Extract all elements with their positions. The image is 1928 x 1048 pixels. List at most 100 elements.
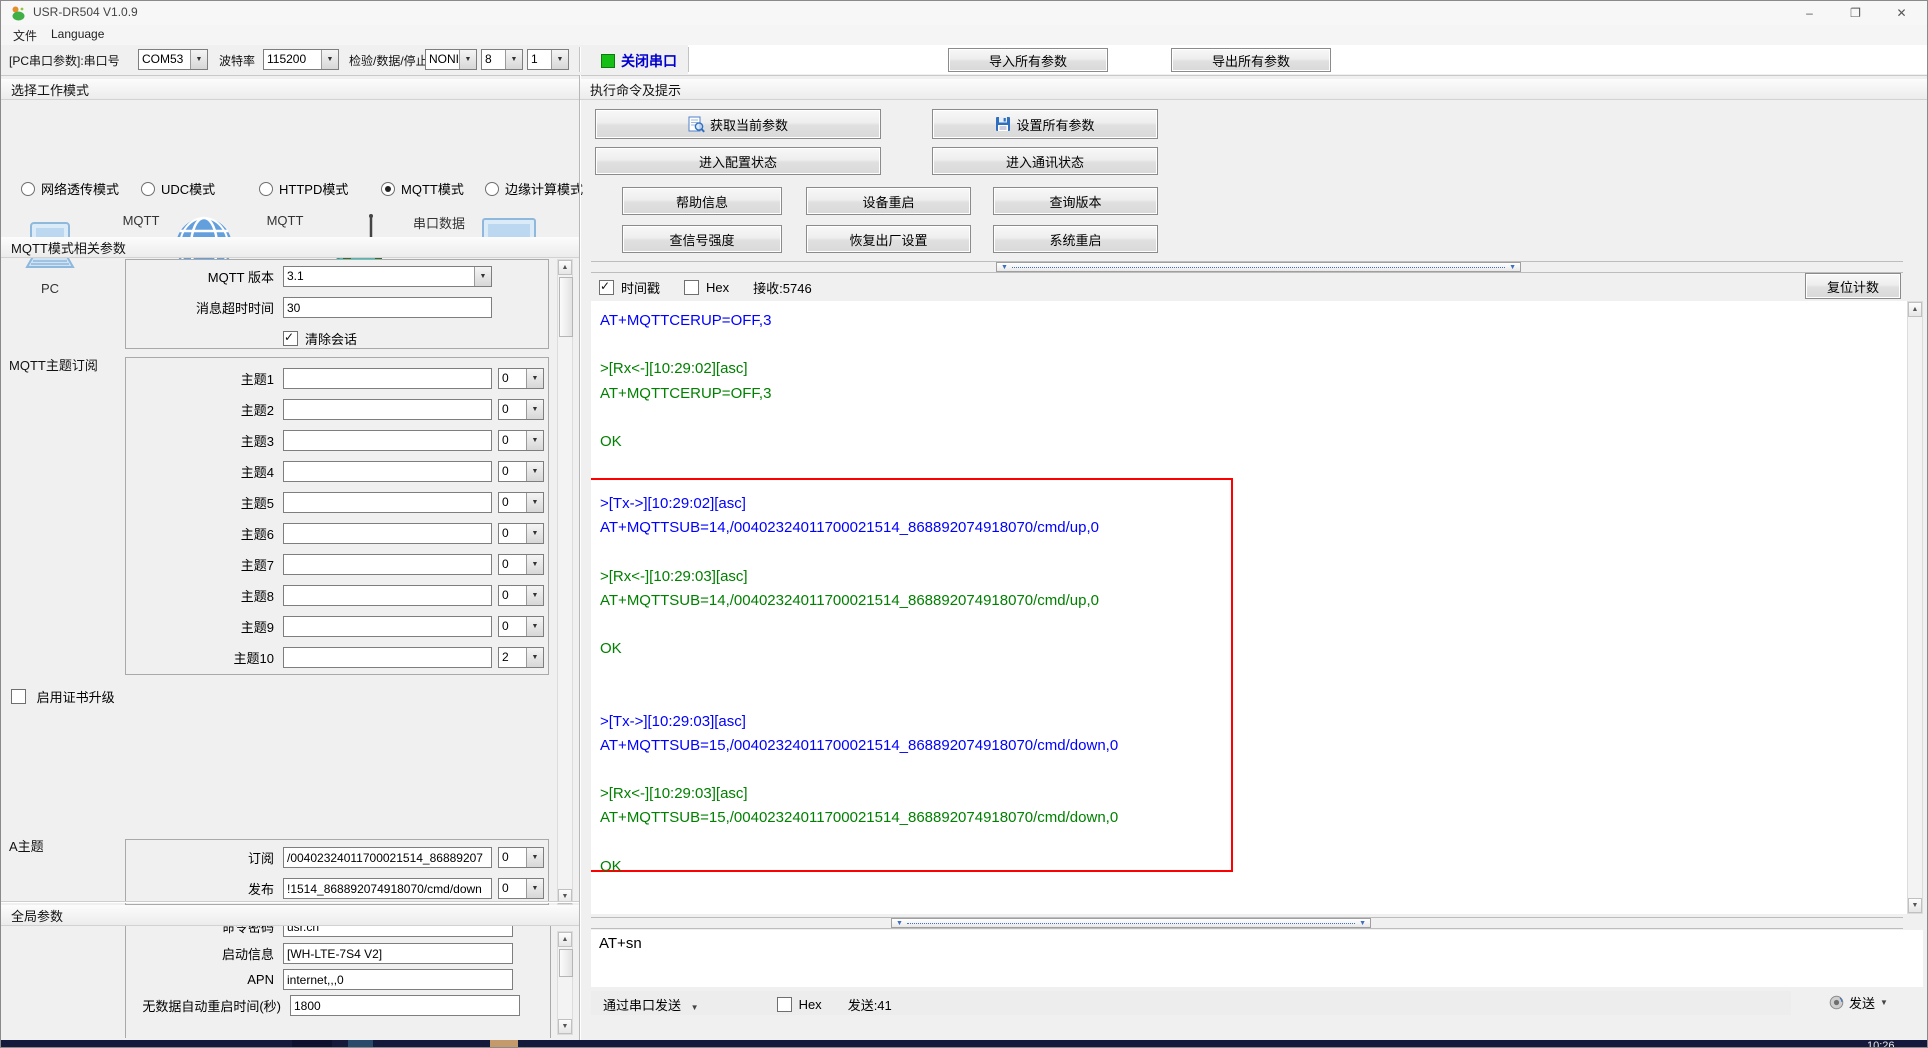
topic-qos-select[interactable]: 0▼ (498, 399, 544, 420)
topic-input[interactable] (283, 647, 492, 668)
chevron-down-icon[interactable]: ▼ (474, 267, 491, 286)
topic-input[interactable] (283, 616, 492, 637)
topic-qos-select[interactable]: 2▼ (498, 647, 544, 668)
scrollbar-thumb[interactable]: ▼ ▼ (891, 918, 1371, 928)
mqtt-version-select[interactable]: 3.1 ▼ (283, 266, 492, 287)
query-signal-button[interactable]: 查信号强度 (622, 225, 782, 253)
work-mode-option[interactable]: 网络透传模式 (21, 179, 119, 198)
mqtt-params-scrollbar[interactable]: ▲ ▼ (557, 259, 573, 905)
log-area[interactable]: AT+MQTTCERUP=OFF,3>[Rx<-][10:29:02][asc]… (591, 301, 1907, 914)
publish-topic-input[interactable] (283, 878, 492, 899)
chevron-down-icon[interactable]: ▼ (526, 493, 543, 512)
minimize-button[interactable]: – (1787, 1, 1832, 25)
chevron-down-icon[interactable]: ▼ (526, 462, 543, 481)
close-port-button[interactable]: 关闭串口 (621, 51, 677, 71)
subscribe-topic-input[interactable] (283, 847, 492, 868)
topic-qos-select[interactable]: 0▼ (498, 554, 544, 575)
system-restart-button[interactable]: 系统重启 (993, 225, 1158, 253)
chevron-down-icon[interactable]: ▼ (551, 50, 568, 69)
chevron-down-icon[interactable]: ▼ (190, 50, 207, 69)
send-button[interactable]: 发送 ▼ (1829, 993, 1888, 1012)
work-mode-option[interactable]: 边缘计算模式 (485, 179, 583, 198)
export-params-button[interactable]: 导出所有参数 (1171, 48, 1331, 72)
topic-qos-select[interactable]: 0▼ (498, 585, 544, 606)
topic-input[interactable] (283, 523, 492, 544)
port-select[interactable]: COM53 ▼ (138, 49, 208, 70)
topic-qos-select[interactable]: 0▼ (498, 616, 544, 637)
work-mode-option[interactable]: HTTPD模式 (259, 179, 348, 198)
log-horizontal-scrollbar[interactable]: ▼ ▼ (591, 261, 1903, 273)
chevron-down-icon[interactable]: ▼ (526, 586, 543, 605)
chevron-down-icon[interactable]: ▼ (526, 555, 543, 574)
topic-qos-select[interactable]: 0▼ (498, 430, 544, 451)
topic-input[interactable] (283, 399, 492, 420)
topic-input[interactable] (283, 492, 492, 513)
chevron-down-icon[interactable]: ▼ (1880, 998, 1888, 1007)
databits-select[interactable]: 8 ▼ (481, 49, 523, 70)
topic-qos-select[interactable]: 0▼ (498, 461, 544, 482)
hex-rx-checkbox[interactable] (684, 280, 699, 295)
topic-qos-select[interactable]: 0▼ (498, 523, 544, 544)
reset-count-button[interactable]: 复位计数 (1805, 273, 1901, 299)
baud-select[interactable]: 115200 ▼ (263, 49, 339, 70)
chevron-down-icon[interactable]: ▼ (526, 431, 543, 450)
chevron-down-icon[interactable]: ▼ (526, 879, 543, 898)
msg-timeout-input[interactable] (283, 297, 492, 318)
factory-reset-button[interactable]: 恢复出厂设置 (806, 225, 971, 253)
work-mode-option[interactable]: UDC模式 (141, 179, 215, 198)
chevron-down-icon[interactable]: ▼ (505, 50, 522, 69)
log-vertical-scrollbar[interactable]: ▲ ▼ (1907, 301, 1923, 914)
send-horizontal-scrollbar[interactable]: ▼ ▼ (591, 917, 1903, 929)
topic-qos-select[interactable]: 0▼ (498, 492, 544, 513)
scrollbar-thumb[interactable]: ▼ ▼ (996, 262, 1521, 272)
no-data-restart-input[interactable] (290, 995, 520, 1016)
set-params-button[interactable]: 设置所有参数 (932, 109, 1158, 139)
chevron-down-icon[interactable]: ▼ (526, 400, 543, 419)
menu-file[interactable]: 文件 (13, 27, 37, 44)
cert-upgrade-checkbox[interactable] (11, 689, 26, 704)
apn-input[interactable] (283, 969, 513, 990)
import-params-button[interactable]: 导入所有参数 (948, 48, 1108, 72)
scroll-down-icon[interactable]: ▼ (558, 1019, 572, 1034)
hex-tx-checkbox[interactable] (777, 997, 792, 1012)
topic-input[interactable] (283, 368, 492, 389)
global-params-scrollbar[interactable]: ▲ ▼ (557, 931, 573, 1035)
scrollbar-thumb[interactable] (559, 949, 573, 977)
topic-input[interactable] (283, 461, 492, 482)
publish-qos-select[interactable]: 0 ▼ (498, 878, 544, 899)
topic-qos-select[interactable]: 0▼ (498, 368, 544, 389)
boot-info-input[interactable] (283, 943, 513, 964)
chevron-down-icon[interactable]: ▼ (526, 524, 543, 543)
enter-config-button[interactable]: 进入配置状态 (595, 147, 881, 175)
scroll-up-icon[interactable]: ▲ (558, 260, 572, 275)
timestamp-checkbox[interactable] (599, 280, 614, 295)
chevron-down-icon[interactable]: ▼ (526, 848, 543, 867)
clean-session-checkbox[interactable] (283, 331, 298, 346)
chevron-down-icon[interactable]: ▼ (526, 369, 543, 388)
chevron-down-icon[interactable]: ▼ (526, 648, 543, 667)
scroll-down-icon[interactable]: ▼ (1908, 898, 1922, 913)
menu-language[interactable]: Language (51, 27, 104, 41)
stopbits-select[interactable]: 1 ▼ (527, 49, 569, 70)
close-button[interactable]: ✕ (1879, 1, 1924, 25)
chevron-down-icon[interactable]: ▼ (526, 617, 543, 636)
subscribe-qos-select[interactable]: 0 ▼ (498, 847, 544, 868)
work-mode-option[interactable]: MQTT模式 (381, 179, 464, 198)
topic-input[interactable] (283, 554, 492, 575)
send-via-dropdown[interactable]: 通过串口发送 ▼ (603, 995, 699, 1014)
query-version-button[interactable]: 查询版本 (993, 187, 1158, 215)
parity-select[interactable]: NONI ▼ (425, 49, 477, 70)
maximize-button[interactable]: ❐ (1833, 1, 1878, 25)
chevron-down-icon[interactable]: ▼ (321, 50, 338, 69)
send-text-area[interactable]: AT+sn (591, 930, 1923, 987)
enter-comm-button[interactable]: 进入通讯状态 (932, 147, 1158, 175)
device-restart-button[interactable]: 设备重启 (806, 187, 971, 215)
topic-input[interactable] (283, 430, 492, 451)
scrollbar-thumb[interactable] (559, 277, 573, 337)
scroll-up-icon[interactable]: ▲ (558, 932, 572, 947)
scroll-up-icon[interactable]: ▲ (1908, 302, 1922, 317)
help-info-button[interactable]: 帮助信息 (622, 187, 782, 215)
topic-input[interactable] (283, 585, 492, 606)
get-params-button[interactable]: 获取当前参数 (595, 109, 881, 139)
chevron-down-icon[interactable]: ▼ (459, 50, 476, 69)
